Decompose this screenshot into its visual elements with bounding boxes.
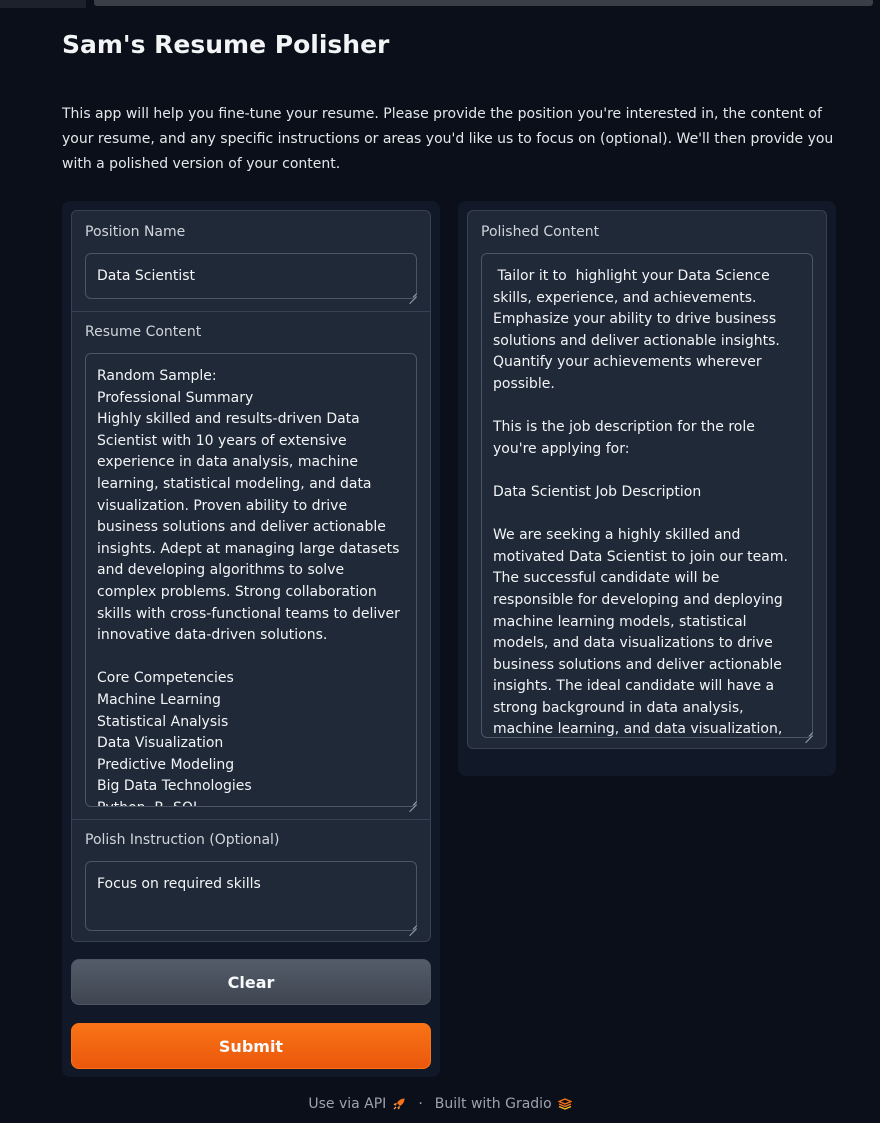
position-resize-handle[interactable] [409,289,417,297]
gradio-logo-icon [557,1098,572,1110]
top-strip-segment [0,0,86,8]
position-name-input[interactable]: Data Scientist [85,253,417,299]
horizontal-scrollbar[interactable] [94,0,873,6]
field-divider [72,819,430,820]
input-fields-block: Position Name Data Scientist Resume Cont… [71,210,431,942]
output-resize-handle[interactable] [805,728,813,736]
app-description: This app will help you fine-tune your re… [62,106,834,172]
resume-content-label: Resume Content [85,324,202,340]
browser-top-strip [0,0,880,12]
submit-button[interactable]: Submit [71,1023,431,1069]
built-with-gradio-label: Built with Gradio [434,1096,552,1112]
output-panel: Polished Content Tailor it to highlight … [458,201,836,776]
resume-resize-handle[interactable] [409,797,417,805]
polish-instruction-input[interactable]: Focus on required skills [85,861,417,931]
rocket-icon [393,1098,405,1110]
instruction-resize-handle[interactable] [409,921,417,929]
position-name-label: Position Name [85,224,186,240]
polish-instruction-label: Polish Instruction (Optional) [85,832,280,848]
polished-content-label: Polished Content [481,224,600,240]
footer-separator: · [418,1096,423,1112]
output-block: Polished Content Tailor it to highlight … [467,210,827,749]
use-via-api-label: Use via API [308,1096,387,1112]
polished-content-output[interactable]: Tailor it to highlight your Data Science… [481,253,813,738]
use-via-api-link[interactable]: Use via API [308,1096,406,1112]
field-divider [72,311,430,312]
page-title: Sam's Resume Polisher [62,30,390,59]
input-panel: Position Name Data Scientist Resume Cont… [62,201,440,1077]
footer: Use via API · Built with Gradio [0,1096,880,1112]
resume-content-input[interactable]: Random Sample: Professional Summary High… [85,353,417,807]
clear-button[interactable]: Clear [71,959,431,1005]
built-with-gradio-link[interactable]: Built with Gradio [435,1096,572,1112]
